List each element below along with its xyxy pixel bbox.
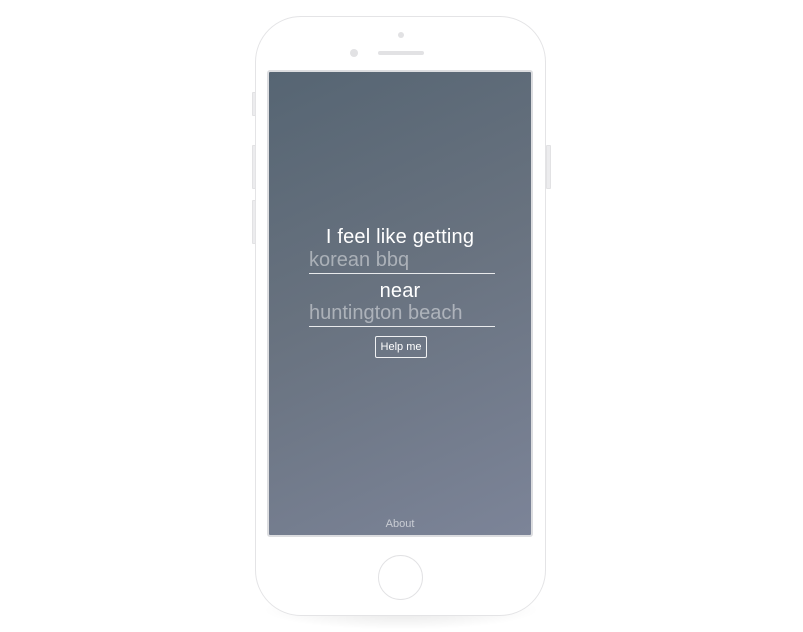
stage: I feel like getting near Help me About [0, 0, 803, 632]
power-button [546, 145, 551, 189]
food-field [309, 247, 495, 274]
earpiece-speaker-icon [378, 51, 424, 55]
help-me-button[interactable]: Help me [375, 336, 427, 358]
home-button-icon[interactable] [378, 555, 423, 600]
about-link[interactable]: About [269, 518, 531, 530]
headline: I feel like getting [325, 226, 475, 248]
front-camera-icon [350, 49, 358, 57]
proximity-sensor-icon [398, 32, 404, 38]
location-field [309, 300, 495, 327]
app-screen: I feel like getting near Help me About [269, 72, 531, 535]
device-screen: I feel like getting near Help me About [267, 70, 533, 537]
food-input[interactable] [309, 247, 495, 273]
location-input[interactable] [309, 300, 495, 326]
